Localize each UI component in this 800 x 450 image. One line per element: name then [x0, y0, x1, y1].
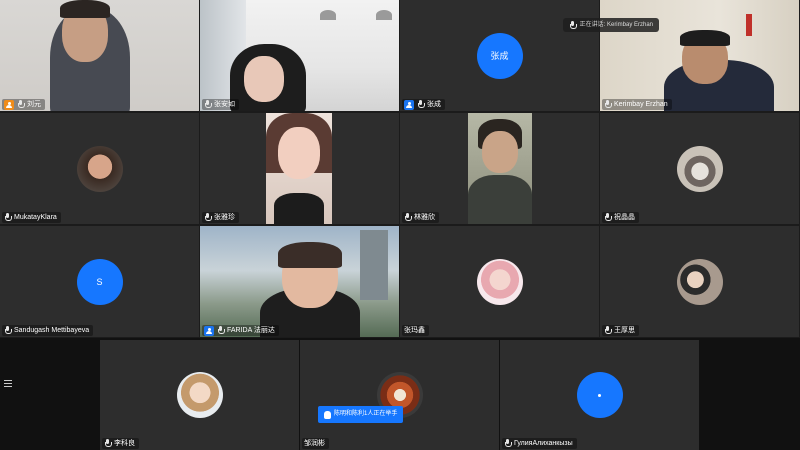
participant-name: 王厚思	[614, 327, 635, 334]
mic-icon	[204, 100, 212, 109]
participant-tile-liuyuan[interactable]: 刘元	[0, 0, 199, 111]
participant-name: 林雅欣	[414, 214, 435, 221]
participant-hair	[278, 242, 342, 268]
participant-face	[278, 127, 320, 179]
participant-figure	[468, 175, 532, 224]
mic-icon	[104, 439, 112, 448]
mic-icon	[217, 326, 225, 335]
hamburger-menu-icon[interactable]	[4, 380, 12, 389]
participant-nametag: 林雅欣	[402, 212, 439, 223]
decoration-ornament	[746, 14, 752, 36]
mic-icon	[604, 100, 612, 109]
raise-hand-notice[interactable]: 陈明和陈利1人正在举手	[318, 406, 404, 423]
video-grid: 刘元 张安如 张成 张成 Kerimbay Erzhan MukatayKlar…	[0, 0, 800, 338]
participant-hair	[680, 30, 730, 46]
participant-nametag: MukatayKlara	[2, 212, 61, 223]
participant-tile-zhangmaxin[interactable]: 张玛鑫	[400, 226, 599, 337]
hand-raise-icon	[324, 410, 331, 419]
mic-icon	[417, 100, 425, 109]
participant-nametag: 李科良	[102, 438, 139, 449]
participant-tile-wanghousi[interactable]: 王厚思	[600, 226, 799, 337]
participant-nametag: 张成	[402, 99, 445, 110]
participant-tile-zhanganru[interactable]: 张安如	[200, 0, 399, 111]
participant-name: 张玛鑫	[404, 327, 425, 334]
participant-nametag: Sandugash Mettibayeva	[2, 325, 94, 336]
participant-name: FARIDA 法丽达	[227, 327, 275, 334]
host-badge-icon	[4, 99, 14, 110]
avatar-initials: S	[96, 276, 103, 287]
participant-face	[244, 56, 284, 102]
participant-name: 刘元	[27, 101, 41, 108]
participant-name: 祝晶晶	[614, 214, 635, 221]
video-feed	[468, 113, 532, 224]
avatar	[676, 145, 723, 192]
participant-name: MukatayKlara	[14, 214, 57, 221]
participant-nametag: 祝晶晶	[602, 212, 639, 223]
participant-nametag: 王厚思	[602, 325, 639, 336]
lamp-shape	[376, 10, 392, 20]
participant-name: 张雅珍	[214, 214, 235, 221]
mic-icon	[4, 213, 12, 222]
participant-nametag: 刘元	[2, 99, 45, 110]
participant-nametag: Kerimbay Erzhan	[602, 99, 672, 110]
participant-tile-guliya[interactable]: ГулияАлиханкызы	[500, 340, 699, 450]
participant-name: 李科良	[114, 440, 135, 447]
participant-name: Sandugash Mettibayeva	[14, 327, 90, 334]
participant-tile-mukataykl[interactable]: MukatayKlara	[0, 113, 199, 224]
participant-name: ГулияАлиханкызы	[514, 440, 573, 447]
participant-tile-zhangyazhen[interactable]: 张雅珍	[200, 113, 399, 224]
participant-tile-linyaxin[interactable]: 林雅欣	[400, 113, 599, 224]
participant-tile-farida[interactable]: FARIDA 法丽达	[200, 226, 399, 337]
participant-tile-sandugash[interactable]: S Sandugash Mettibayeva	[0, 226, 199, 337]
raise-hand-label: 陈明和陈利1人正在举手	[334, 411, 398, 417]
participant-tile-zourunbin[interactable]: 邹润彬	[300, 340, 499, 450]
mic-icon	[569, 20, 577, 30]
active-speaker-banner: 正在讲话: Kerimbay Erzhan	[562, 18, 659, 32]
avatar	[676, 258, 723, 305]
cohost-badge-icon	[204, 325, 214, 336]
participant-nametag: FARIDA 法丽达	[202, 325, 279, 336]
participant-nametag: 张玛鑫	[402, 325, 429, 336]
avatar-initials: 张成	[490, 51, 509, 61]
active-speaker-label: 正在讲话: Kerimbay Erzhan	[579, 22, 653, 28]
avatar	[76, 145, 123, 192]
mic-icon	[404, 213, 412, 222]
mic-icon	[604, 213, 612, 222]
avatar	[576, 372, 623, 418]
mic-icon	[204, 213, 212, 222]
building-background	[360, 230, 388, 300]
bottom-participant-row: 李科良 邹润彬 ГулияАлиханкызы	[0, 338, 800, 450]
participant-name: 张成	[427, 101, 441, 108]
avatar	[476, 258, 523, 305]
mic-icon	[17, 100, 25, 109]
avatar: S	[76, 258, 123, 305]
participant-name: 邹润彬	[304, 440, 325, 447]
participant-nametag: ГулияАлиханкызы	[502, 438, 577, 449]
participant-hair	[60, 0, 110, 18]
participant-tile-zhujingjing[interactable]: 祝晶晶	[600, 113, 799, 224]
participant-figure	[274, 193, 324, 224]
participant-nametag: 张雅珍	[202, 212, 239, 223]
participant-name: Kerimbay Erzhan	[614, 101, 668, 108]
avatar: 张成	[476, 32, 523, 79]
mic-icon	[4, 326, 12, 335]
mic-icon	[504, 439, 512, 448]
participant-tile-kerimbay[interactable]: Kerimbay Erzhan	[600, 0, 799, 111]
participant-tile-likeliang[interactable]: 李科良	[100, 340, 299, 450]
participant-face	[482, 131, 518, 173]
video-feed	[266, 113, 332, 224]
participant-name: 张安如	[214, 101, 235, 108]
avatar-dot	[598, 393, 601, 397]
lamp-shape	[320, 10, 336, 20]
participant-tile-zhangcheng[interactable]: 张成 张成	[400, 0, 599, 111]
participant-nametag: 张安如	[202, 99, 239, 110]
mic-icon	[604, 326, 612, 335]
participant-nametag: 邹润彬	[302, 438, 329, 449]
cohost-badge-icon	[404, 99, 414, 110]
avatar	[176, 372, 223, 418]
